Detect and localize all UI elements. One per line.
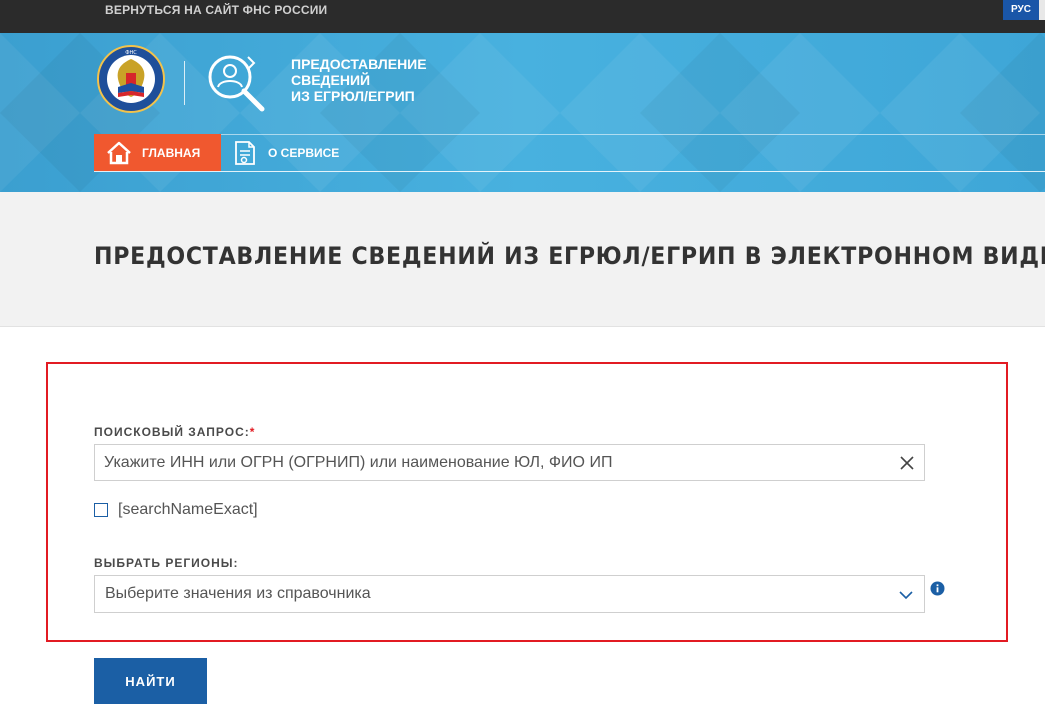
nav-bottom-divider (94, 171, 1045, 172)
regions-select-value: Выберите значения из справочника (105, 585, 371, 602)
language-switch[interactable]: РУС (1003, 0, 1039, 20)
exact-search-checkbox[interactable] (94, 503, 108, 517)
service-title-line-1: ПРЕДОСТАВЛЕНИЕ (291, 56, 427, 72)
main-nav: ГЛАВНАЯ О СЕРВИСЕ (94, 134, 1045, 171)
home-icon (107, 141, 131, 164)
nav-item-about[interactable]: О СЕРВИСЕ (232, 134, 372, 171)
site-header: ФНС ПРЕДОСТАВЛЕНИЕ СВЕДЕНИЙ ИЗ ЕГРЮЛ/ЕГР… (0, 33, 1045, 192)
search-input[interactable] (95, 445, 885, 480)
service-search-icon (208, 55, 265, 112)
search-field (94, 444, 925, 481)
title-band: ПРЕДОСТАВЛЕНИЕ СВЕДЕНИЙ ИЗ ЕГРЮЛ/ЕГРИП В… (0, 192, 1045, 327)
required-mark: * (249, 425, 256, 439)
fns-emblem-icon[interactable]: ФНС (96, 43, 166, 115)
nav-item-about-label: О СЕРВИСЕ (268, 145, 340, 160)
document-icon (235, 140, 255, 165)
svg-text:ФНС: ФНС (125, 50, 137, 56)
regions-select[interactable]: Выберите значения из справочника (94, 575, 925, 613)
regions-label: ВЫБРАТЬ РЕГИОНЫ: (94, 556, 239, 570)
search-label-text: ПОИСКОВЫЙ ЗАПРОС: (94, 425, 250, 439)
page-title: ПРЕДОСТАВЛЕНИЕ СВЕДЕНИЙ ИЗ ЕГРЮЛ/ЕГРИП В… (94, 242, 1045, 270)
exact-search-row: [searchNameExact] (94, 500, 258, 520)
header-divider (184, 61, 185, 105)
service-title-line-2: СВЕДЕНИЙ (291, 72, 371, 88)
service-title: ПРЕДОСТАВЛЕНИЕ СВЕДЕНИЙ ИЗ ЕГРЮЛ/ЕГРИП (291, 56, 451, 104)
language-switch-edge (1039, 0, 1045, 20)
find-button[interactable]: НАЙТИ (94, 658, 207, 704)
service-title-line-3: ИЗ ЕГРЮЛ/ЕГРИП (291, 88, 415, 104)
clear-icon[interactable] (897, 453, 917, 473)
top-bar: ВЕРНУТЬСЯ НА САЙТ ФНС РОССИИ РУС (0, 0, 1045, 33)
exact-search-label[interactable]: [searchNameExact] (118, 501, 258, 519)
nav-item-home[interactable]: ГЛАВНАЯ (94, 134, 221, 171)
search-label: ПОИСКОВЫЙ ЗАПРОС:* (94, 425, 255, 439)
chevron-down-icon (899, 591, 913, 600)
info-icon[interactable] (930, 581, 945, 596)
back-to-fns-link[interactable]: ВЕРНУТЬСЯ НА САЙТ ФНС РОССИИ (105, 3, 327, 17)
nav-item-home-label: ГЛАВНАЯ (142, 145, 201, 160)
